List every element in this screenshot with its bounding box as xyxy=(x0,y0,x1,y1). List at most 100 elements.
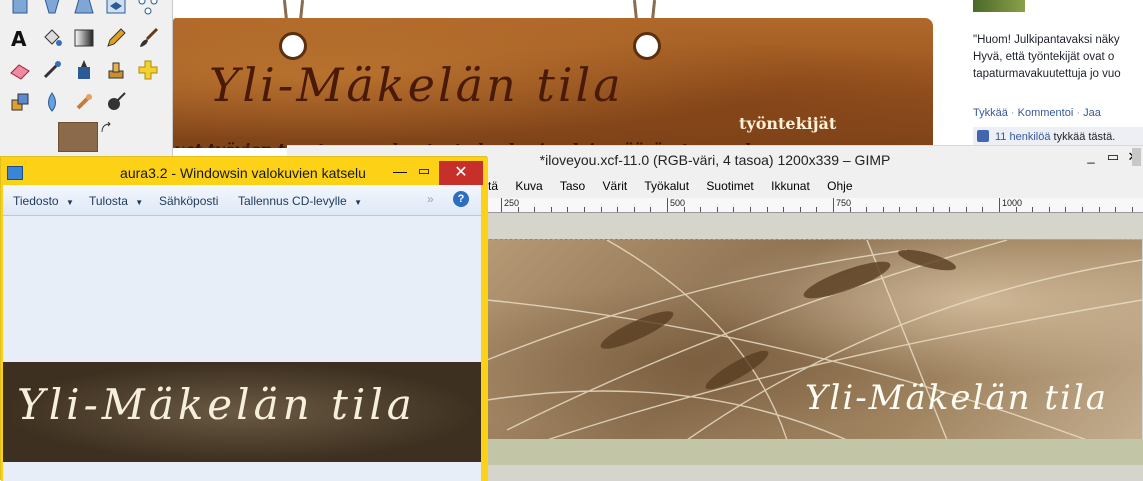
photo-view-area[interactable]: Yli-Mäkelän tila xyxy=(3,216,481,481)
ruler-tick xyxy=(1082,207,1083,212)
swap-colors-icon[interactable] xyxy=(100,121,114,136)
ruler-label: 1000 xyxy=(1002,198,1023,208)
ruler-tick xyxy=(584,207,585,212)
post-line: tapaturmavakuutettuja jo vuo xyxy=(973,68,1121,80)
smudge-tool-icon[interactable] xyxy=(72,90,96,114)
photo-viewer-window: aura3.2 - Windowsin valokuvien katselu —… xyxy=(0,156,488,481)
image-script-text: Yli-Mäkelän tila xyxy=(805,378,1109,418)
maximize-icon[interactable]: ▭ xyxy=(413,163,435,181)
ruler-tick xyxy=(999,207,1000,212)
ruler-tick xyxy=(717,207,718,212)
share-link[interactable]: Jaa xyxy=(1083,107,1101,119)
menu-item-windows[interactable]: Ikkunat xyxy=(771,179,810,193)
post-text: "Huom! Julkipantavaksi näky Hyvä, että t… xyxy=(973,32,1143,83)
blur-tool-icon[interactable] xyxy=(40,90,64,114)
photo-viewer-toolbar: Tiedosto ▼ Tulosta ▼ Sähköposti Tallennu… xyxy=(3,185,481,216)
ink-tool-icon[interactable] xyxy=(72,58,96,82)
file-menu-label: Tiedosto xyxy=(13,194,59,208)
gradient-tool-icon[interactable] xyxy=(72,26,96,50)
ruler-label: 750 xyxy=(836,198,852,208)
print-menu-button[interactable]: Tulosta ▼ xyxy=(89,194,143,208)
ruler-tick xyxy=(650,207,651,212)
post-line: "Huom! Julkipantavaksi näky xyxy=(973,34,1120,46)
photo-viewer-titlebar[interactable]: aura3.2 - Windowsin valokuvien katselu —… xyxy=(3,159,483,185)
perspective-tool-icon[interactable] xyxy=(72,0,96,20)
likes-text: tykkää tästä. xyxy=(1053,131,1116,143)
minimize-icon[interactable]: _ xyxy=(1083,149,1099,165)
minimize-icon[interactable]: — xyxy=(389,163,411,181)
ruler-tick xyxy=(1099,207,1100,212)
ruler-tick xyxy=(850,207,851,212)
gimp-toolbox: A xyxy=(0,0,173,160)
post-thumbnail[interactable] xyxy=(973,0,1025,12)
ruler-tick xyxy=(1032,207,1033,212)
close-icon[interactable]: ✕ xyxy=(439,161,483,185)
pencil-tool-icon[interactable] xyxy=(104,26,128,50)
crop-tool-icon[interactable] xyxy=(8,0,32,20)
heal-tool-icon[interactable] xyxy=(136,58,160,82)
ruler-label: 250 xyxy=(504,198,520,208)
ruler-tick xyxy=(866,207,867,212)
sign-suffix-text: työntekijät xyxy=(739,114,837,133)
ruler-tick xyxy=(700,207,701,212)
comment-link[interactable]: Kommentoi xyxy=(1018,107,1074,119)
post-actions: Tykkää · Kommentoi · Jaa xyxy=(973,107,1101,119)
sign-script-text: Yli-Mäkelän tila xyxy=(209,58,624,112)
chevron-down-icon: ▼ xyxy=(65,198,74,207)
photo-image: Yli-Mäkelän tila xyxy=(3,362,481,462)
perspective-clone-tool-icon[interactable] xyxy=(8,90,32,114)
ruler-tick xyxy=(667,207,668,212)
ruler-tick xyxy=(518,207,519,212)
airbrush-tool-icon[interactable] xyxy=(40,58,64,82)
thumbs-up-icon xyxy=(977,130,989,142)
ruler-tick xyxy=(534,207,535,212)
ruler-tick xyxy=(899,207,900,212)
cage-tool-icon[interactable] xyxy=(136,0,160,20)
ruler-tick xyxy=(783,207,784,212)
bucket-fill-tool-icon[interactable] xyxy=(40,26,64,50)
facebook-post-panel: "Huom! Julkipantavaksi näky Hyvä, että t… xyxy=(943,0,1143,160)
menu-item-colors[interactable]: Värit xyxy=(603,179,628,193)
horizontal-ruler[interactable]: 250 500 750 1000 xyxy=(487,198,1143,213)
eraser-tool-icon[interactable] xyxy=(8,58,32,82)
vertical-scrollbar[interactable] xyxy=(1130,146,1143,481)
ruler-tick xyxy=(617,207,618,212)
ruler-tick xyxy=(916,207,917,212)
ruler-tick xyxy=(1049,207,1050,212)
canvas-image[interactable]: Yli-Mäkelän tila xyxy=(487,239,1142,441)
sign-board: Yli-Mäkelän tila työntekijät vat työvien… xyxy=(173,18,933,148)
email-button[interactable]: Sähköposti xyxy=(159,194,218,208)
ruler-tick xyxy=(767,207,768,212)
burn-cd-button[interactable]: Tallennus CD-levylle ▼ xyxy=(238,194,362,208)
maximize-icon[interactable]: ▭ xyxy=(1105,149,1121,165)
ruler-tick xyxy=(1115,207,1116,212)
burn-cd-label: Tallennus CD-levylle xyxy=(238,194,347,208)
transform-tool-icon[interactable] xyxy=(40,0,64,20)
post-line: Hyvä, että työntekijät ovat o xyxy=(973,51,1115,63)
ruler-tick xyxy=(982,207,983,212)
file-menu-button[interactable]: Tiedosto ▼ xyxy=(13,194,74,208)
flip-tool-icon[interactable] xyxy=(104,0,128,20)
ruler-tick xyxy=(601,207,602,212)
like-link[interactable]: Tykkää xyxy=(973,107,1008,119)
ruler-tick xyxy=(816,207,817,212)
photo-viewer-title: aura3.2 - Windowsin valokuvien katselu xyxy=(120,165,366,181)
ruler-tick xyxy=(551,207,552,212)
menu-item-image[interactable]: Kuva xyxy=(515,179,542,193)
toolbar-overflow-icon[interactable]: » xyxy=(427,192,434,206)
help-icon[interactable]: ? xyxy=(453,191,469,207)
menu-item-help[interactable]: Ohje xyxy=(827,179,852,193)
menu-item-tools[interactable]: Työkalut xyxy=(644,179,689,193)
menu-item-filters[interactable]: Suotimet xyxy=(706,179,753,193)
paintbrush-tool-icon[interactable] xyxy=(136,26,160,50)
dodge-burn-tool-icon[interactable] xyxy=(104,90,128,114)
text-tool-icon[interactable]: A xyxy=(8,26,32,50)
gimp-menubar: ytä Kuva Taso Värit Työkalut Suotimet Ik… xyxy=(482,176,867,196)
ruler-tick xyxy=(733,207,734,212)
svg-text:A: A xyxy=(11,27,27,49)
ruler-tick xyxy=(1016,207,1017,212)
likes-count-link[interactable]: 11 henkilöä xyxy=(995,131,1050,143)
menu-item-layer[interactable]: Taso xyxy=(560,179,585,193)
clone-tool-icon[interactable] xyxy=(104,58,128,82)
foreground-color-swatch[interactable] xyxy=(58,122,98,152)
